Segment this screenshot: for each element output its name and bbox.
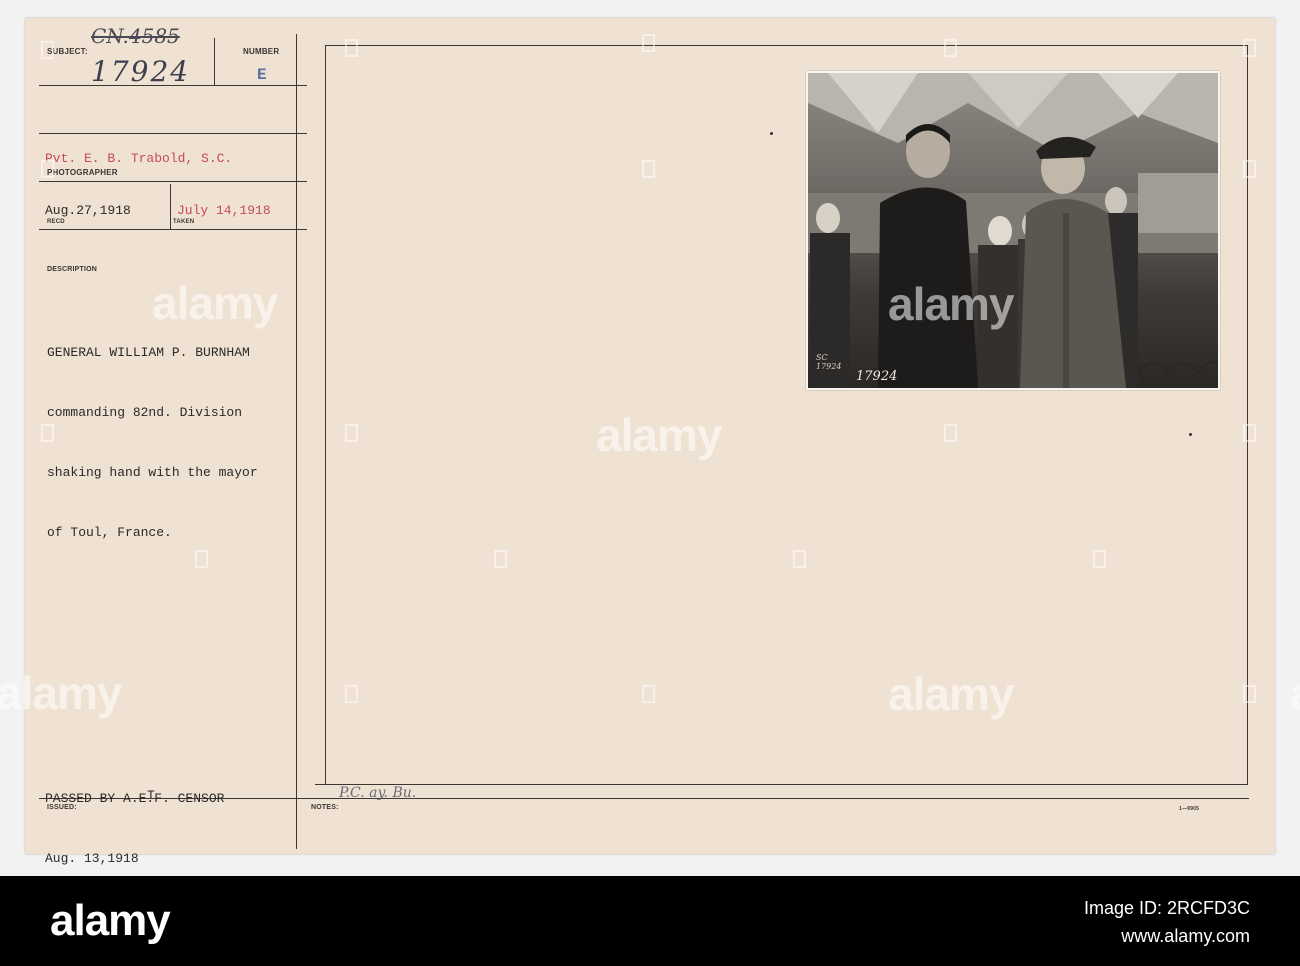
taken-label: TAKEN xyxy=(173,219,195,225)
footer-bar: alamy Image ID: 2RCFD3C www.alamy.com xyxy=(0,876,1300,966)
received-label: RECD xyxy=(47,219,65,225)
subject-label: SUBJECT: xyxy=(47,47,88,56)
form-code: 1—9905 xyxy=(1179,806,1200,812)
number-label: NUMBER xyxy=(243,47,280,56)
image-id: Image ID: 2RCFD3C xyxy=(1083,898,1250,918)
photo-corner-stamp: SC 17924 xyxy=(816,353,842,371)
subject-code-struck: CN.4585 xyxy=(91,24,180,48)
photograph: 17924 SC 17924 xyxy=(806,71,1220,390)
speck-dot xyxy=(1189,433,1192,436)
archive-card: SUBJECT: NUMBER PHOTOGRAPHER RECD TAKEN … xyxy=(25,18,1275,866)
censor-line-1: PASSED BY A.E.F. CENSOR xyxy=(45,791,225,806)
description-label: DESCRIPTION xyxy=(47,266,98,273)
photograph-scene xyxy=(808,73,1218,388)
subject-number-divider xyxy=(214,38,215,86)
watermark-logo: alamy xyxy=(1290,666,1300,720)
description-line-1: GENERAL WILLIAM P. BURNHAM xyxy=(47,345,250,360)
censor-line-2: Aug. 13,1918 xyxy=(45,851,139,866)
notes-panel-left xyxy=(325,45,326,785)
speck-dot xyxy=(770,132,773,135)
photograph-image: 17924 SC 17924 xyxy=(808,73,1218,388)
photographer-top-line xyxy=(39,133,307,134)
number-letter: E xyxy=(257,66,267,84)
dates-divider xyxy=(170,184,171,230)
description-line-3: shaking hand with the mayor xyxy=(47,465,258,480)
left-column-divider xyxy=(296,34,297,849)
description-line-2: commanding 82nd. Division xyxy=(47,405,243,420)
photographer-name: Pvt. E. B. Trabold, S.C. xyxy=(45,151,233,166)
dates-bottom-line xyxy=(39,229,307,230)
description-text: GENERAL WILLIAM P. BURNHAM commanding 82… xyxy=(47,303,258,583)
photo-negative-number: 17924 xyxy=(856,369,898,384)
issued-mark: T xyxy=(147,788,155,803)
taken-date: July 14,1918 xyxy=(177,203,271,218)
photographer-bottom-line xyxy=(39,181,307,182)
notes-panel-top xyxy=(325,45,1247,46)
notes-label: NOTES: xyxy=(311,804,339,811)
description-line-4: of Toul, France. xyxy=(47,525,172,540)
notes-panel-right xyxy=(1247,45,1248,785)
notes-panel-bottom xyxy=(315,784,1248,785)
subject-number: 17924 xyxy=(91,55,191,88)
photographer-label: PHOTOGRAPHER xyxy=(47,168,118,177)
footer-logo: alamy xyxy=(50,896,171,945)
notes-line xyxy=(305,798,1249,799)
received-date: Aug.27,1918 xyxy=(45,203,131,218)
notes-handwriting: P.C. ay. Bu. xyxy=(339,785,417,801)
site-url: www.alamy.com xyxy=(1121,926,1250,946)
